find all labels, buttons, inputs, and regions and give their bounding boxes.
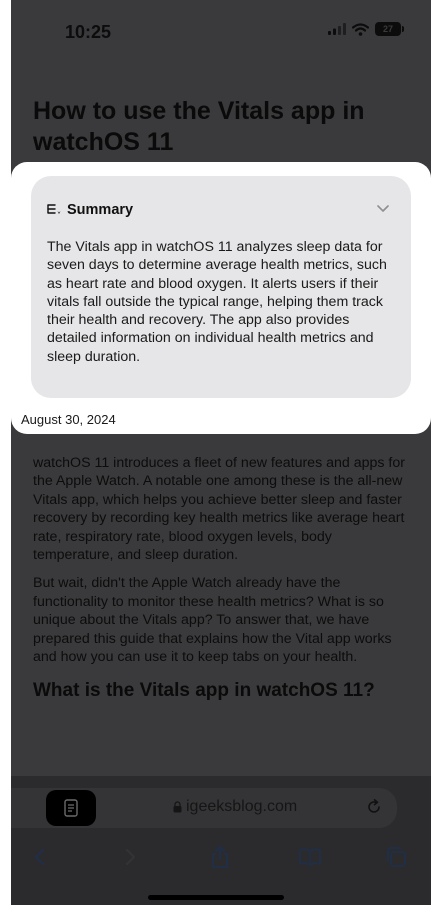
- reader-mode-icon: [64, 799, 78, 817]
- status-time: 10:25: [65, 22, 112, 42]
- summary-text: The Vitals app in watchOS 11 analyzes sl…: [47, 239, 387, 365]
- wifi-icon: [352, 22, 369, 36]
- tabs-button[interactable]: [381, 842, 411, 872]
- share-icon: [212, 846, 228, 868]
- navigation-row: [11, 842, 431, 878]
- browser-toolbar: igeeksblog.com: [11, 776, 431, 905]
- article-date: August 30, 2024: [21, 412, 116, 427]
- reload-icon[interactable]: [365, 798, 383, 816]
- chevron-right-icon: [126, 849, 135, 865]
- bookmarks-button[interactable]: [295, 842, 325, 872]
- summary-label: Summary: [67, 202, 134, 218]
- status-icons: 27: [328, 22, 404, 36]
- phone-screen: 10:25 27 How to use the Vitals app in wa…: [11, 0, 431, 905]
- url-text: igeeksblog.com: [186, 798, 298, 815]
- article-paragraph: watchOS 11 introduces a fleet of new fea…: [33, 455, 405, 564]
- section-heading: What is the Vitals app in watchOS 11?: [33, 680, 375, 702]
- home-indicator[interactable]: [148, 895, 284, 900]
- battery-level: 27: [382, 24, 393, 34]
- chevron-down-icon[interactable]: [375, 200, 391, 216]
- back-button[interactable]: [25, 842, 55, 872]
- summary-header[interactable]: Summary: [47, 202, 133, 218]
- page-title: How to use the Vitals app in watchOS 11: [33, 97, 365, 156]
- status-bar: 10:25 27: [11, 0, 431, 60]
- forward-button[interactable]: [115, 842, 145, 872]
- summary-card: Summary The Vitals app in watchOS 11 ana…: [11, 162, 431, 434]
- article-paragraph: But wait, didn't the Apple Watch already…: [33, 575, 392, 666]
- summary-box[interactable]: Summary The Vitals app in watchOS 11 ana…: [31, 176, 411, 398]
- battery-icon: 27: [375, 22, 404, 36]
- url-display[interactable]: igeeksblog.com: [173, 798, 297, 816]
- tabs-icon: [387, 847, 406, 867]
- reader-mode-button[interactable]: [46, 790, 96, 826]
- summary-lines-icon: [47, 204, 61, 214]
- lock-icon: [173, 801, 182, 813]
- article-body: watchOS 11 introduces a fleet of new fea…: [33, 454, 411, 702]
- signal-icon: [328, 23, 346, 35]
- address-bar[interactable]: igeeksblog.com: [11, 788, 397, 828]
- share-button[interactable]: [205, 842, 235, 872]
- chevron-left-icon: [35, 849, 44, 865]
- book-icon: [299, 848, 321, 866]
